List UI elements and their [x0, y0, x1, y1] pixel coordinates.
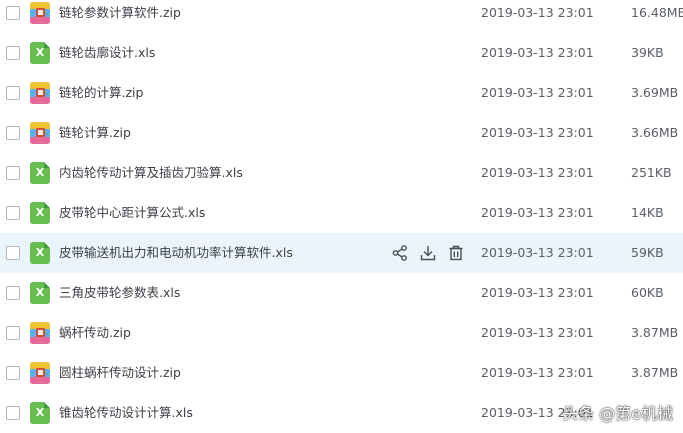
excel-file-icon: X [30, 202, 50, 224]
zip-file-icon [30, 82, 50, 104]
file-row[interactable]: X 三角皮带轮参数表.xls 2019-03-13 23:01 60KB [0, 273, 683, 313]
file-row[interactable]: 链轮的计算.zip 2019-03-13 23:01 3.69MB [0, 73, 683, 113]
file-size: 16.48MB [631, 0, 683, 33]
row-checkbox[interactable] [6, 286, 20, 300]
file-date: 2019-03-13 23:01 [481, 113, 594, 153]
download-icon[interactable] [419, 244, 437, 262]
file-size: 14KB [631, 193, 664, 233]
file-size: 39KB [631, 33, 664, 73]
row-checkbox[interactable] [6, 246, 20, 260]
file-size: 251KB [631, 153, 672, 193]
file-date: 2019-03-13 23:01 [481, 313, 594, 353]
file-name[interactable]: 链轮的计算.zip [59, 73, 143, 113]
file-row[interactable]: 蜗杆传动.zip 2019-03-13 23:01 3.87MB [0, 313, 683, 353]
file-row-hovered[interactable]: X 皮带输送机出力和电动机功率计算软件.xls [0, 233, 683, 273]
file-name[interactable]: 锥齿轮传动设计计算.xls [59, 393, 193, 433]
delete-icon[interactable] [447, 244, 465, 262]
share-icon[interactable] [391, 244, 409, 262]
row-checkbox[interactable] [6, 206, 20, 220]
file-row[interactable]: X 内齿轮传动计算及插齿刀验算.xls 2019-03-13 23:01 251… [0, 153, 683, 193]
row-checkbox[interactable] [6, 46, 20, 60]
row-checkbox[interactable] [6, 6, 20, 20]
file-row[interactable]: 圆柱蜗杆传动设计.zip 2019-03-13 23:01 3.87MB [0, 353, 683, 393]
file-size: 59KB [631, 233, 664, 273]
file-date: 2019-03-13 23:01 [481, 153, 594, 193]
file-row[interactable]: 链轮计算.zip 2019-03-13 23:01 3.66MB [0, 113, 683, 153]
row-checkbox[interactable] [6, 366, 20, 380]
file-row[interactable]: 链轮参数计算软件.zip 2019-03-13 23:01 16.48MB [0, 0, 683, 33]
file-date: 2019-03-13 23:01 [481, 353, 594, 393]
excel-file-icon: X [30, 402, 50, 424]
excel-file-icon: X [30, 282, 50, 304]
file-size: 3.66MB [631, 113, 678, 153]
file-date: 2019-03-13 23:01 [481, 193, 594, 233]
excel-file-icon: X [30, 42, 50, 64]
watermark: 头条 @第e机械 [562, 400, 673, 424]
file-date: 2019-03-13 23:01 [481, 33, 594, 73]
zip-file-icon [30, 322, 50, 344]
file-name[interactable]: 蜗杆传动.zip [59, 313, 131, 353]
excel-file-icon: X [30, 242, 50, 264]
file-date: 2019-03-13 23:01 [481, 273, 594, 313]
file-name[interactable]: 皮带轮中心距计算公式.xls [59, 193, 205, 233]
row-checkbox[interactable] [6, 406, 20, 420]
row-checkbox[interactable] [6, 166, 20, 180]
file-date: 2019-03-13 23:01 [481, 73, 594, 113]
zip-file-icon [30, 2, 50, 24]
file-size: 3.87MB [631, 353, 678, 393]
file-name[interactable]: 圆柱蜗杆传动设计.zip [59, 353, 181, 393]
file-name[interactable]: 链轮齿廓设计.xls [59, 33, 155, 73]
excel-file-icon: X [30, 162, 50, 184]
file-size: 60KB [631, 273, 664, 313]
file-name[interactable]: 三角皮带轮参数表.xls [59, 273, 180, 313]
zip-file-icon [30, 362, 50, 384]
file-name[interactable]: 皮带输送机出力和电动机功率计算软件.xls [59, 233, 293, 273]
row-checkbox[interactable] [6, 126, 20, 140]
file-size: 3.87MB [631, 313, 678, 353]
zip-file-icon [30, 122, 50, 144]
file-date: 2019-03-13 23:01 [481, 233, 594, 273]
row-checkbox[interactable] [6, 86, 20, 100]
file-list: 链轮参数计算软件.zip 2019-03-13 23:01 16.48MB X … [0, 0, 683, 433]
file-name[interactable]: 内齿轮传动计算及插齿刀验算.xls [59, 153, 243, 193]
file-name[interactable]: 链轮参数计算软件.zip [59, 0, 181, 33]
file-row[interactable]: X 链轮齿廓设计.xls 2019-03-13 23:01 39KB [0, 33, 683, 73]
file-date: 2019-03-13 23:01 [481, 0, 594, 33]
file-row[interactable]: X 皮带轮中心距计算公式.xls 2019-03-13 23:01 14KB [0, 193, 683, 233]
row-checkbox[interactable] [6, 326, 20, 340]
file-name[interactable]: 链轮计算.zip [59, 113, 131, 153]
file-size: 3.69MB [631, 73, 678, 113]
